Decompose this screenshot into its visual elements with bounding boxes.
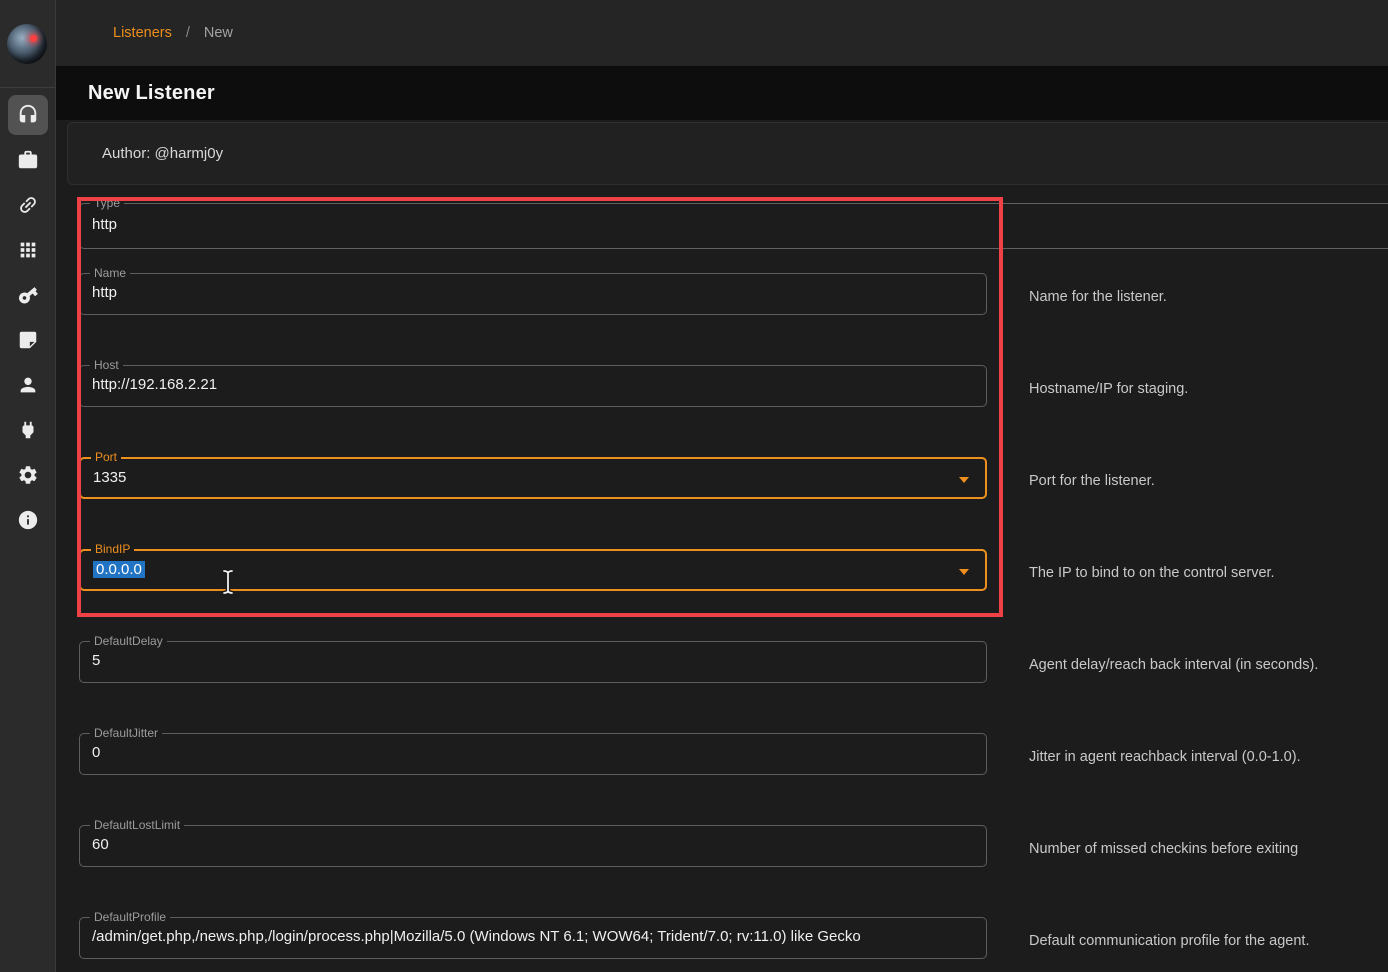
sidebar [0,0,56,972]
headset-icon [17,104,39,126]
bindip-help-text: The IP to bind to on the control server. [1029,564,1275,582]
host-label: Host [90,358,123,372]
bindip-select[interactable]: BindIP 0.0.0.0 [79,549,987,591]
author-line: Author: @harmj0y [102,123,223,184]
link-icon [17,194,39,216]
defaultprofile-input[interactable]: DefaultProfile /admin/get.php,/news.php,… [79,917,987,959]
defaultjitter-help-text: Jitter in agent reachback interval (0.0-… [1029,748,1301,766]
defaultjitter-value: 0 [92,744,100,761]
author-card: Author: @harmj0y [67,122,1388,185]
sidebar-item-settings[interactable] [8,455,48,495]
sidebar-item-users[interactable] [8,365,48,405]
sidebar-item-plugins[interactable] [8,410,48,450]
plug-icon [17,419,39,441]
defaultlostlimit-help-text: Number of missed checkins before exiting [1029,840,1298,858]
briefcase-icon [17,149,39,171]
port-value: 1335 [93,469,126,486]
breadcrumb-listeners-link[interactable]: Listeners [113,25,172,41]
host-input[interactable]: Host http://192.168.2.21 [79,365,987,407]
top-header-bar: Listeners / New [56,0,1388,66]
defaultdelay-input[interactable]: DefaultDelay 5 [79,641,987,683]
defaultjitter-label: DefaultJitter [90,726,162,740]
type-select[interactable]: Type http [79,203,1388,249]
starkiller-deathstar-logo [7,24,47,64]
port-help-text: Port for the listener. [1029,472,1155,490]
defaultprofile-help-text: Default communication profile for the ag… [1029,932,1309,950]
name-input[interactable]: Name http [79,273,987,315]
port-select[interactable]: Port 1335 [79,457,987,499]
defaultlostlimit-input[interactable]: DefaultLostLimit 60 [79,825,987,867]
defaultdelay-value: 5 [92,652,100,669]
chevron-down-icon[interactable] [959,477,969,483]
defaultjitter-input[interactable]: DefaultJitter 0 [79,733,987,775]
sidebar-item-agents[interactable] [8,185,48,225]
host-help-text: Hostname/IP for staging. [1029,380,1188,398]
key-icon [17,284,39,306]
logo-container [0,0,55,88]
sidebar-item-about[interactable] [8,500,48,540]
defaultlostlimit-value: 60 [92,836,109,853]
defaultdelay-help-text: Agent delay/reach back interval (in seco… [1029,656,1318,674]
name-label: Name [90,266,130,280]
name-value: http [92,284,117,301]
defaultlostlimit-label: DefaultLostLimit [90,818,184,832]
note-icon [17,329,39,351]
sidebar-item-modules[interactable] [8,230,48,270]
gear-icon [17,464,39,486]
starkiller-new-listener-page: { "colors": { "accent_orange": "#ef8f1e"… [0,0,1388,972]
sidebar-item-listeners[interactable] [8,95,48,135]
sidebar-item-credentials[interactable] [8,275,48,315]
page-title: New Listener [88,66,215,120]
breadcrumb: Listeners / New [113,0,233,66]
bindip-label: BindIP [91,542,134,556]
defaultprofile-value: /admin/get.php,/news.php,/login/process.… [92,928,861,945]
host-value: http://192.168.2.21 [92,376,217,393]
type-value: http [92,216,117,233]
grid-apps-icon [17,239,39,261]
defaultprofile-label: DefaultProfile [90,910,170,924]
person-icon [17,374,39,396]
defaultdelay-label: DefaultDelay [90,634,167,648]
sidebar-item-stagers[interactable] [8,140,48,180]
port-label: Port [91,450,121,464]
bindip-value-selected: 0.0.0.0 [93,561,145,578]
info-icon [17,509,39,531]
breadcrumb-current-page: New [204,25,233,41]
breadcrumb-separator: / [186,25,190,41]
sidebar-item-reporting[interactable] [8,320,48,360]
title-band: New Listener [56,66,1388,120]
chevron-down-icon[interactable] [959,569,969,575]
name-help-text: Name for the listener. [1029,288,1167,306]
type-label: Type [90,196,124,210]
